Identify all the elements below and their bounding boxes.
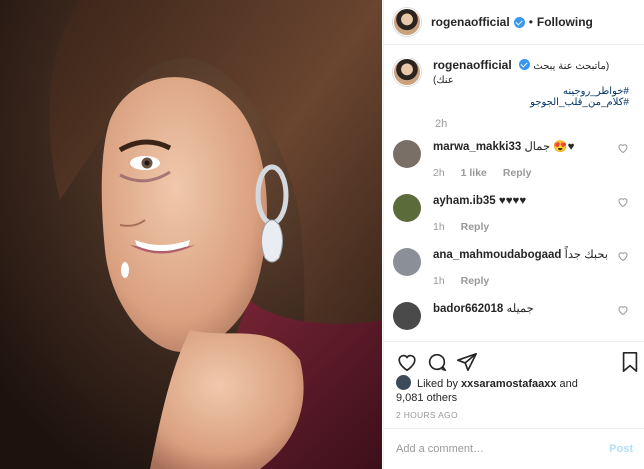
- liker-username[interactable]: xxsaramostafaaxx: [461, 378, 556, 390]
- header-username[interactable]: rogenaofficial: [431, 15, 510, 29]
- post-caption: rogenaofficial (ماتبحث عنة يبحث عنك) #خو…: [393, 58, 629, 108]
- separator-dot: •: [528, 15, 533, 29]
- likes-and: and: [559, 378, 578, 390]
- like-comment-heart-icon[interactable]: [617, 304, 629, 316]
- liker-avatar[interactable]: [396, 375, 411, 390]
- comment-username[interactable]: ayham.ib35: [433, 195, 496, 207]
- comment-text: جميله: [506, 303, 534, 315]
- post-comment-button[interactable]: Post: [609, 443, 633, 455]
- caption-avatar[interactable]: [393, 58, 421, 86]
- like-comment-heart-icon[interactable]: [617, 250, 629, 262]
- comment-text: ♥♥♥♥: [498, 195, 527, 207]
- caption-username[interactable]: rogenaofficial: [433, 58, 512, 72]
- caption-time[interactable]: 2h: [435, 118, 629, 130]
- comment-avatar[interactable]: [393, 194, 421, 222]
- avatar[interactable]: [393, 8, 421, 36]
- post-timestamp[interactable]: 2 HOURS AGO: [396, 410, 458, 420]
- comment-username[interactable]: ana_mahmoudabogaad: [433, 249, 561, 261]
- bookmark-icon[interactable]: [619, 351, 641, 373]
- likes-summary: Liked by xxsaramostafaaxx and 9,081 othe…: [396, 375, 636, 405]
- comment-item: ana_mahmoudabogaad بحبك جداً 1h Reply: [393, 248, 629, 292]
- comment-icon[interactable]: [426, 351, 448, 373]
- reply-button[interactable]: Reply: [461, 275, 490, 287]
- comment-likes[interactable]: 1 like: [461, 167, 487, 179]
- comment-time[interactable]: 1h: [433, 275, 445, 287]
- heart-icon[interactable]: [396, 351, 418, 373]
- hashtag-link[interactable]: #كلام_من_قلب_الجوجو: [433, 97, 629, 108]
- comment-item: ayham.ib35 ♥♥♥♥ 1h Reply: [393, 194, 629, 238]
- comment-item: bador662018 جميله: [393, 302, 629, 340]
- reply-button[interactable]: Reply: [503, 167, 532, 179]
- comment-avatar[interactable]: [393, 140, 421, 168]
- comment-avatar[interactable]: [393, 248, 421, 276]
- post-photo[interactable]: [0, 0, 382, 469]
- like-comment-heart-icon[interactable]: [617, 196, 629, 208]
- comment-username[interactable]: bador662018: [433, 303, 503, 315]
- add-comment-bar: Post: [384, 428, 644, 469]
- comment-text: بحبك جداً: [564, 249, 608, 261]
- like-comment-heart-icon[interactable]: [617, 142, 629, 154]
- post-details-panel: rogenaofficial • Following rogenaofficia…: [383, 0, 644, 469]
- comment-text: جمال 😍♥: [524, 141, 575, 153]
- portrait-image: [0, 0, 382, 469]
- reply-button[interactable]: Reply: [461, 221, 490, 233]
- comment-item: marwa_makki33 جمال 😍♥ 2h 1 like Reply: [393, 140, 629, 184]
- add-comment-input[interactable]: [396, 443, 610, 455]
- verified-badge-icon: [519, 59, 531, 70]
- comment-username[interactable]: marwa_makki33: [433, 141, 521, 153]
- comment-time[interactable]: 1h: [433, 221, 445, 233]
- hashtag-link[interactable]: #خواطر_روجينه: [433, 86, 629, 97]
- verified-badge-icon: [513, 16, 525, 28]
- post-header: rogenaofficial • Following: [384, 0, 644, 45]
- comment-time[interactable]: 2h: [433, 167, 445, 179]
- likes-prefix: Liked by: [417, 378, 458, 390]
- comments-list[interactable]: rogenaofficial (ماتبحث عنة يبحث عنك) #خو…: [384, 58, 644, 340]
- likes-others[interactable]: 9,081 others: [396, 392, 457, 404]
- following-button[interactable]: Following: [537, 15, 593, 29]
- comment-avatar[interactable]: [393, 302, 421, 330]
- share-icon[interactable]: [456, 351, 478, 373]
